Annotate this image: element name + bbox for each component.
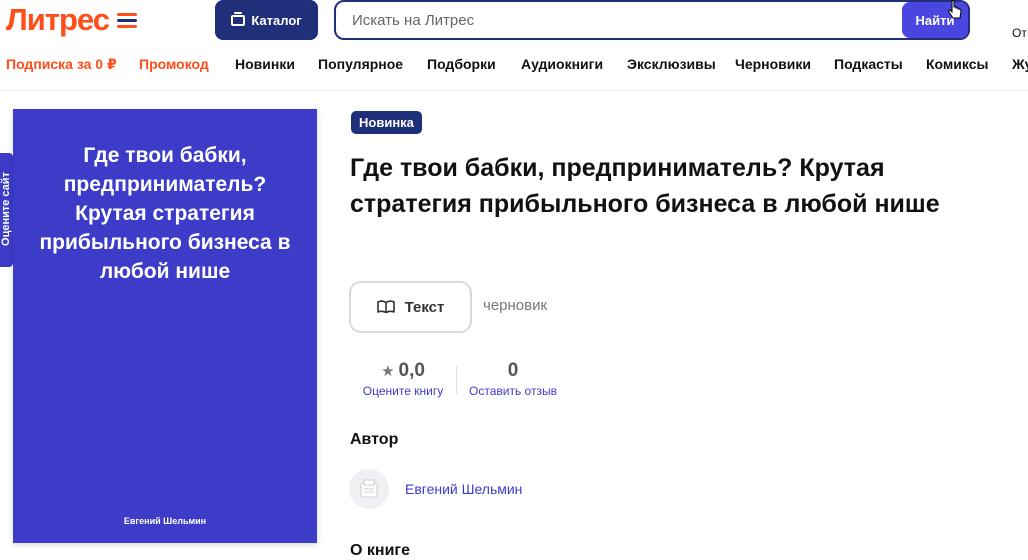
nav-subscription[interactable]: Подписка за 0 ₽ [6,56,117,73]
nav-comics[interactable]: Комиксы [926,56,988,72]
nav-collections[interactable]: Подборки [427,56,496,72]
cover-author: Евгений Шельмин [123,516,207,526]
logo-bars-icon [117,12,137,28]
book-cover[interactable]: Где твои бабки, предприниматель? Крутая … [13,109,317,543]
reviews-count: 0 [507,360,519,381]
catalog-icon [231,11,246,26]
author-avatar[interactable] [349,469,389,509]
reviews-block: 0 Оставить отзыв [464,360,562,398]
leave-review-link[interactable]: Оставить отзыв [464,384,562,398]
header: Литрес Каталог Найти От [0,0,1028,44]
rate-site-tab[interactable]: Оцените сайт [0,153,13,267]
nav-drafts[interactable]: Черновики [735,56,811,72]
rating-block: ★ 0,0 Оцените книгу [357,360,449,398]
stats-divider [456,366,457,394]
nav-journal[interactable]: Жу [1012,56,1028,72]
about-heading: О книге [350,542,410,559]
nav-promocode[interactable]: Промокод [139,56,209,72]
rating-value: 0,0 [398,360,425,381]
book-title: Где твои бабки, предприниматель? Крутая … [350,154,940,218]
nav-popular[interactable]: Популярное [318,56,403,72]
star-icon: ★ [381,363,395,380]
nav-podcasts[interactable]: Подкасты [834,56,903,72]
search-box: Найти [334,0,970,40]
nav-new[interactable]: Новинки [235,56,295,72]
rate-site-label: Оцените сайт [0,172,12,246]
rate-book-link[interactable]: Оцените книгу [357,384,449,398]
book-icon [376,300,395,314]
nav-exclusives[interactable]: Эксклюзивы [627,56,716,72]
logo-text: Литрес [6,2,110,37]
nav-audiobooks[interactable]: Аудиокниги [521,56,603,72]
logo[interactable]: Литрес [6,2,137,38]
search-input[interactable] [352,11,892,29]
format-text-button[interactable]: Текст [349,281,472,333]
author-heading: Автор [350,431,399,448]
header-right-link[interactable]: От [1012,26,1027,40]
main-nav: Подписка за 0 ₽ Промокод Новинки Популяр… [0,56,1028,76]
hand-cursor-icon [948,0,962,19]
cover-title: Где твои бабки, предприниматель? Крутая … [39,144,291,283]
catalog-label: Каталог [251,12,302,28]
author-name-link[interactable]: Евгений Шельмин [405,481,522,497]
nav-divider [0,90,1028,91]
avatar-placeholder-icon [360,479,378,498]
new-badge: Новинка [351,111,422,134]
draft-status: черновик [483,297,548,314]
catalog-button[interactable]: Каталог [215,0,318,40]
format-label: Текст [404,298,445,316]
